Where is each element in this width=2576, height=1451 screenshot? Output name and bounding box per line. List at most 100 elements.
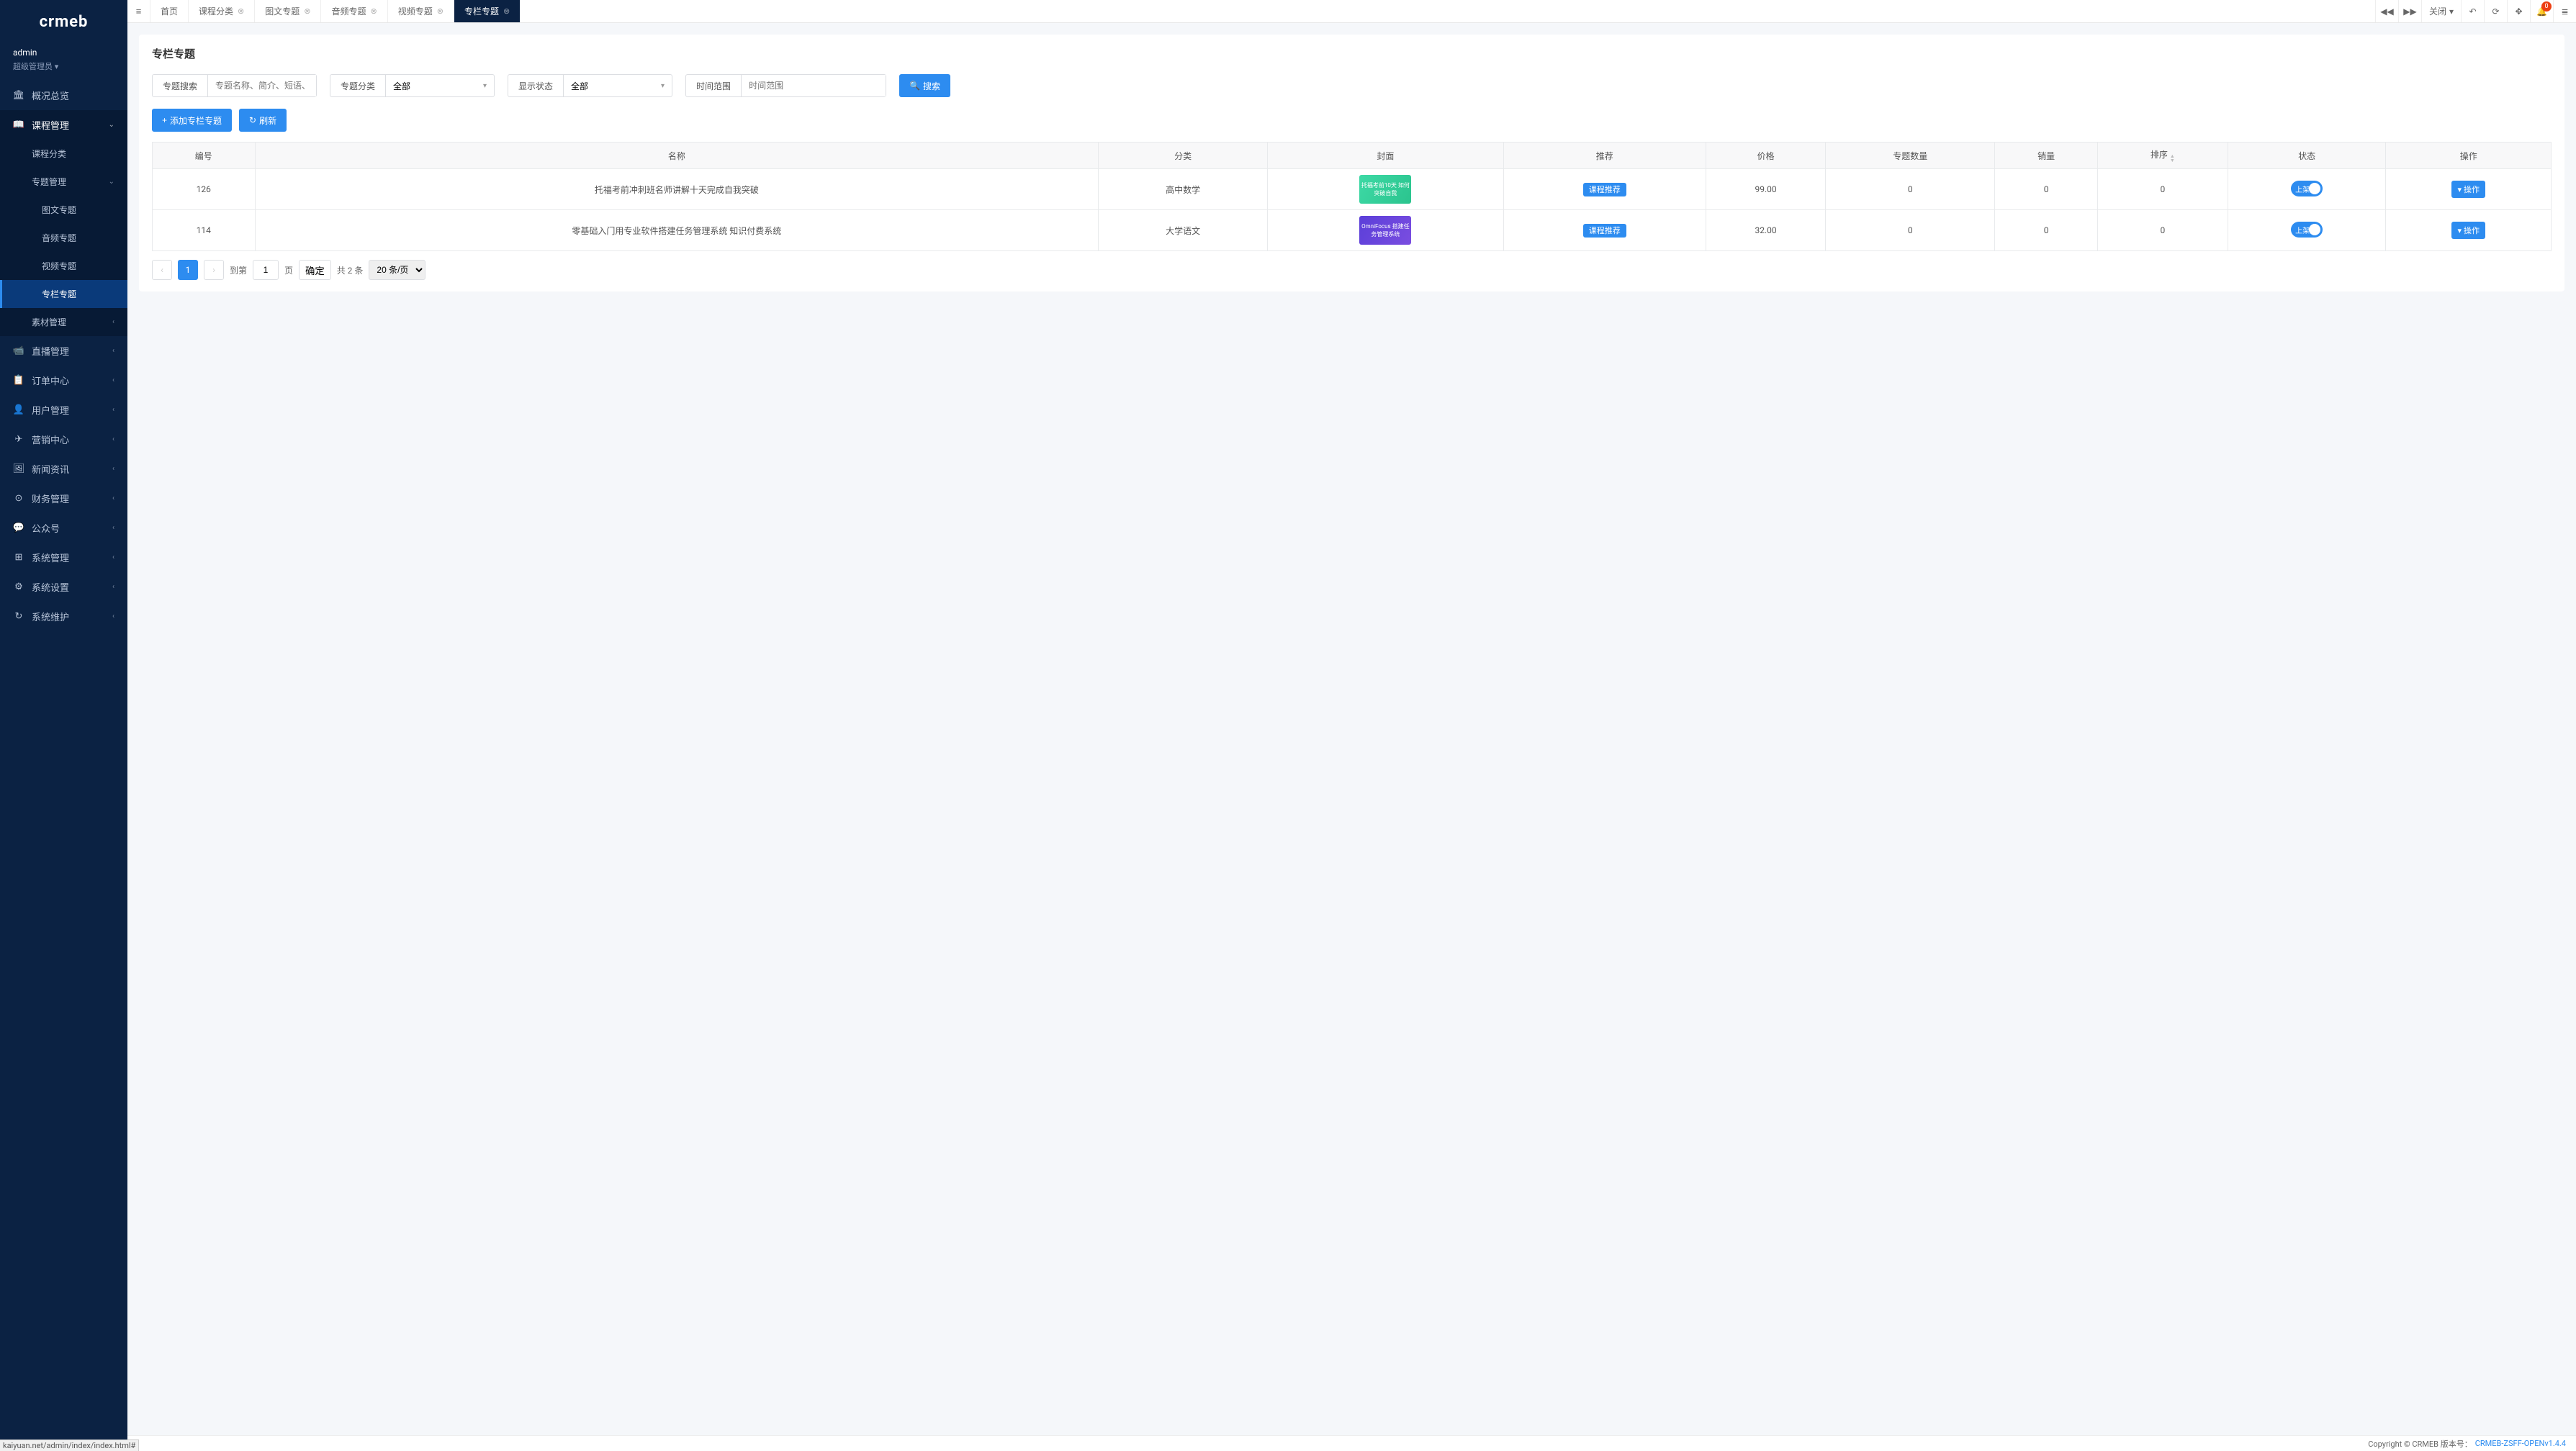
notification-badge: 0 xyxy=(2541,1,2552,12)
close-icon[interactable]: ⊗ xyxy=(503,6,510,16)
chevron-icon: ‹ xyxy=(112,406,114,414)
sort-icon[interactable]: ▲▼ xyxy=(2170,154,2175,163)
sidebar-item-课程管理[interactable]: 📖课程管理⌄ xyxy=(0,110,127,140)
sidebar-item-专题管理[interactable]: 专题管理⌄ xyxy=(0,168,127,196)
recommend-tag[interactable]: 课程推荐 xyxy=(1583,224,1626,238)
nav-icon: ⊞ xyxy=(13,552,24,563)
sidebar: crmeb admin 超级管理员 ▾ 🏛概况总览📖课程管理⌄课程分类专题管理⌄… xyxy=(0,0,127,1451)
table-row: 114零基础入门用专业软件搭建任务管理系统 知识付费系统大学语文OmniFocu… xyxy=(153,210,2552,251)
nav: 🏛概况总览📖课程管理⌄课程分类专题管理⌄图文专题音频专题视频专题专栏专题素材管理… xyxy=(0,81,127,1451)
sidebar-item-系统管理[interactable]: ⊞系统管理‹ xyxy=(0,543,127,572)
refresh-icon[interactable]: ⟳ xyxy=(2484,0,2507,22)
page-current[interactable]: 1 xyxy=(178,260,198,280)
cover-thumb[interactable]: 托福考前10天 如何突破自我 xyxy=(1359,175,1411,204)
chevron-down-icon: ▾ xyxy=(2457,185,2462,194)
tabs-next-icon[interactable]: ▶▶ xyxy=(2398,0,2421,22)
col-10: 操作 xyxy=(2386,143,2552,169)
chevron-icon: ⌄ xyxy=(109,121,114,129)
user-name: admin xyxy=(13,48,114,58)
search-input[interactable] xyxy=(208,75,316,96)
category-select[interactable] xyxy=(386,75,494,96)
sidebar-item-音频专题[interactable]: 音频专题 xyxy=(0,224,127,252)
sidebar-item-概况总览[interactable]: 🏛概况总览 xyxy=(0,81,127,110)
nav-icon: ↻ xyxy=(13,611,24,622)
row-action-button[interactable]: ▾ 操作 xyxy=(2451,181,2485,198)
tabs-prev-icon[interactable]: ◀◀ xyxy=(2375,0,2398,22)
nav-icon: 🖼 xyxy=(13,464,24,474)
filter-status: 显示状态 xyxy=(508,74,672,97)
nav-label: 素材管理 xyxy=(32,316,66,328)
chevron-down-icon: ▾ xyxy=(2457,226,2462,235)
tab-图文专题[interactable]: 图文专题⊗ xyxy=(255,0,321,22)
sidebar-item-课程分类[interactable]: 课程分类 xyxy=(0,140,127,168)
add-column-button[interactable]: + 添加专栏专题 xyxy=(152,109,232,132)
close-icon[interactable]: ⊗ xyxy=(304,6,310,16)
page-goto-confirm[interactable]: 确定 xyxy=(299,260,331,280)
col-7: 销量 xyxy=(1995,143,2098,169)
sidebar-item-视频专题[interactable]: 视频专题 xyxy=(0,252,127,280)
tab-视频专题[interactable]: 视频专题⊗ xyxy=(388,0,454,22)
tab-音频专题[interactable]: 音频专题⊗ xyxy=(321,0,387,22)
close-icon[interactable]: ⊗ xyxy=(371,6,377,16)
nav-icon: 🏛 xyxy=(13,90,24,101)
row-action-button[interactable]: ▾ 操作 xyxy=(2451,222,2485,239)
tabs-close-dropdown[interactable]: 关闭 ▾ xyxy=(2421,0,2461,22)
col-9: 状态 xyxy=(2228,143,2386,169)
sidebar-item-专栏专题[interactable]: 专栏专题 xyxy=(0,280,127,308)
sidebar-item-系统设置[interactable]: ⚙系统设置‹ xyxy=(0,572,127,602)
chevron-icon: ‹ xyxy=(112,524,114,532)
nav-icon: ✈ xyxy=(13,434,24,445)
logo-text: crmeb xyxy=(40,13,89,31)
page-size-select[interactable]: 20 条/页 xyxy=(369,260,425,280)
search-button[interactable]: 🔍 搜索 xyxy=(899,74,950,97)
sidebar-item-财务管理[interactable]: ⊙财务管理‹ xyxy=(0,484,127,513)
nav-label: 图文专题 xyxy=(42,204,76,216)
cover-thumb[interactable]: OmniFocus 搭建任务管理系统 xyxy=(1359,216,1411,245)
recommend-tag[interactable]: 课程推荐 xyxy=(1583,183,1626,196)
tab-课程分类[interactable]: 课程分类⊗ xyxy=(189,0,255,22)
tab-专栏专题[interactable]: 专栏专题⊗ xyxy=(454,0,521,22)
search-icon: 🔍 xyxy=(909,81,920,91)
fullscreen-icon[interactable]: ✥ xyxy=(2507,0,2530,22)
undo-icon[interactable]: ↶ xyxy=(2461,0,2484,22)
refresh-button[interactable]: ↻ 刷新 xyxy=(239,109,287,132)
sidebar-item-图文专题[interactable]: 图文专题 xyxy=(0,196,127,224)
nav-label: 课程分类 xyxy=(32,148,66,160)
page-prev[interactable]: ‹ xyxy=(152,260,172,280)
col-5: 价格 xyxy=(1706,143,1825,169)
user-block[interactable]: admin 超级管理员 ▾ xyxy=(0,43,127,81)
nav-label: 课程管理 xyxy=(32,118,69,132)
page-goto-input[interactable] xyxy=(253,260,279,280)
close-icon[interactable]: ⊗ xyxy=(238,6,244,16)
chevron-icon: ‹ xyxy=(112,435,114,443)
bell-icon[interactable]: 🔔0 xyxy=(2530,0,2553,22)
sidebar-item-用户管理[interactable]: 👤用户管理‹ xyxy=(0,395,127,425)
sidebar-item-新闻资讯[interactable]: 🖼新闻资讯‹ xyxy=(0,454,127,484)
logo: crmeb xyxy=(0,0,127,43)
close-icon[interactable]: ⊗ xyxy=(437,6,443,16)
pagination: ‹ 1 › 到第 页 确定 共 2 条 20 条/页 xyxy=(152,260,2552,280)
nav-label: 用户管理 xyxy=(32,403,69,417)
sidebar-item-订单中心[interactable]: 📋订单中心‹ xyxy=(0,366,127,395)
status-switch[interactable]: 上架 xyxy=(2291,181,2323,196)
menu-icon[interactable]: ≣ xyxy=(2553,0,2576,22)
nav-label: 系统设置 xyxy=(32,580,69,594)
sidebar-item-素材管理[interactable]: 素材管理‹ xyxy=(0,308,127,336)
tab-首页[interactable]: 首页 xyxy=(150,0,189,22)
refresh-icon: ↻ xyxy=(249,115,256,125)
sidebar-item-营销中心[interactable]: ✈营销中心‹ xyxy=(0,425,127,454)
status-switch[interactable]: 上架 xyxy=(2291,222,2323,238)
sidebar-item-系统维护[interactable]: ↻系统维护‹ xyxy=(0,602,127,631)
sidebar-item-公众号[interactable]: 💬公众号‹ xyxy=(0,513,127,543)
page-next[interactable]: › xyxy=(204,260,224,280)
hamburger-icon[interactable]: ≡ xyxy=(127,0,150,22)
time-input[interactable] xyxy=(742,75,886,96)
topbar: ≡ 首页课程分类⊗图文专题⊗音频专题⊗视频专题⊗专栏专题⊗ ◀◀ ▶▶ 关闭 ▾… xyxy=(127,0,2576,23)
sidebar-item-直播管理[interactable]: 📹直播管理‹ xyxy=(0,336,127,366)
status-select[interactable] xyxy=(564,75,672,96)
version-link[interactable]: CRMEB-ZSFF-OPENv1.4.4 xyxy=(2475,1439,2566,1448)
col-0: 编号 xyxy=(153,143,256,169)
nav-icon: ⚙ xyxy=(13,582,24,592)
nav-label: 音频专题 xyxy=(42,232,76,244)
chevron-icon: ⌄ xyxy=(109,178,114,186)
